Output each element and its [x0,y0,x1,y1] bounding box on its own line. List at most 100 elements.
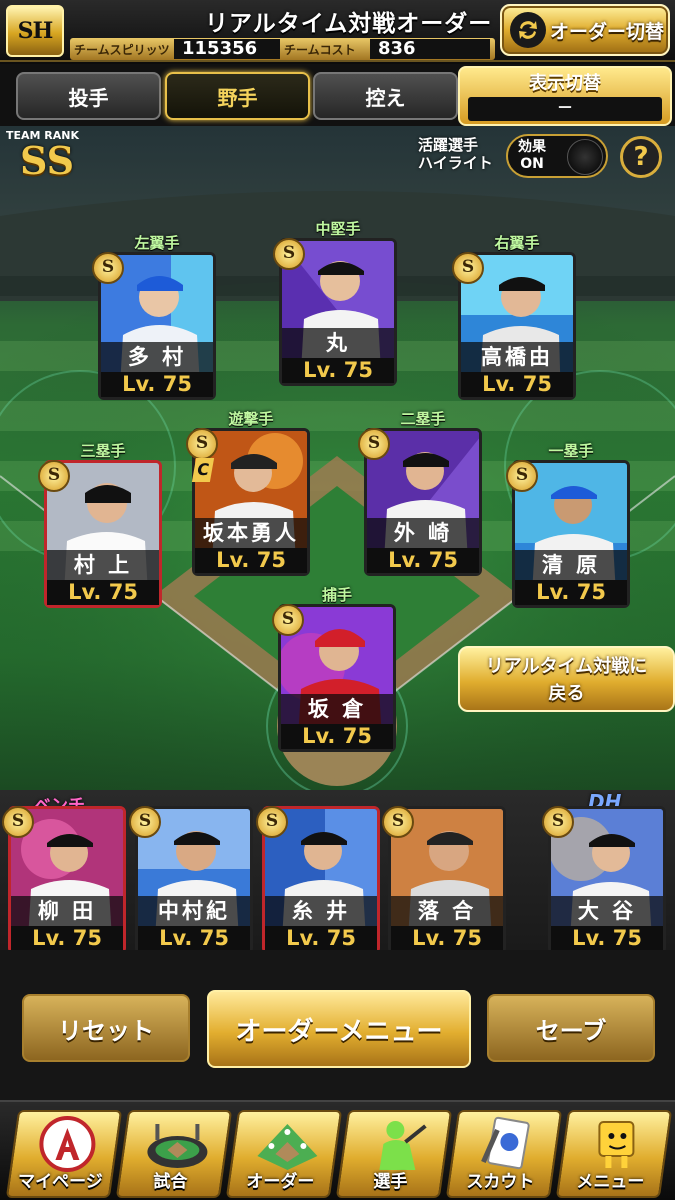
tab-pitcher[interactable]: 投手 [16,72,161,120]
bottom-navigation: マイページ 試合 オーダー 選手 スカウト メニュー [0,1100,675,1200]
player-name: 外 崎 [367,518,479,548]
team-logo-text: SH [17,18,54,44]
field-order-icon [255,1116,319,1172]
team-cost-value: 836 [370,39,490,59]
player-card-first-base[interactable]: 一塁手 S 清 原 Lv. 75 [506,442,630,608]
player-name: 丸 [282,328,394,358]
effect-toggle-text: 効果 ON [518,139,546,173]
display-toggle-value: － [468,97,662,121]
nav-mypage[interactable]: マイページ [5,1110,123,1198]
nav-label: マイページ [18,1172,103,1192]
rarity-badge: S [273,238,305,270]
tab-reserve[interactable]: 控え [313,72,458,120]
bench-player-card[interactable]: S 柳 田 Lv. 75 [2,806,126,954]
bench-player-card[interactable]: S 中村紀 Lv. 75 [129,806,253,954]
player-level: Lv. 75 [47,580,159,605]
highlight-label-line1: 活躍選手 [418,136,479,154]
menu-character-icon [585,1116,649,1172]
field-lineup: TEAM RANK SS 活躍選手 ハイライト 効果 ON ? 左翼手 S 多 … [0,126,675,790]
player-name: 村 上 [47,550,159,580]
position-label: 右翼手 [494,234,540,252]
order-menu-button[interactable]: オーダーメニュー [207,990,471,1068]
nav-menu[interactable]: メニュー [555,1110,673,1198]
rarity-badge: S [452,252,484,284]
player-card-right-field[interactable]: 右翼手 S 高橋由 Lv. 75 [452,234,576,400]
team-spirit-label: チームスピリッツ [74,43,170,57]
rarity-badge: S [38,460,70,492]
save-button[interactable]: セーブ [487,994,655,1062]
rarity-badge: S [256,806,288,838]
player-name: 大 谷 [551,896,663,926]
rarity-badge: S [186,428,218,460]
swap-icon [510,12,546,48]
player-card-shortstop[interactable]: 遊撃手 S C 坂本勇人 Lv. 75 [186,410,310,576]
page-title: リアルタイム対戦オーダー [205,11,493,37]
bench-row: ベンチ DH S 柳 田 Lv. 75 S 中村紀 Lv. 75 S 糸 井 L… [0,790,675,954]
position-label: 左翼手 [134,234,180,252]
player-name: 落 合 [391,896,503,926]
rarity-badge: S [129,806,161,838]
team-logo: SH [6,5,64,57]
bench-player-card[interactable]: S 落 合 Lv. 75 [382,806,506,954]
player-name: 坂 倉 [281,694,393,724]
rarity-badge: S [92,252,124,284]
player-name: 高橋由 [461,342,573,372]
rarity-badge: S [272,604,304,636]
nav-scout[interactable]: スカウト [445,1110,563,1198]
position-label: 三塁手 [80,442,126,460]
nav-label: 選手 [373,1172,408,1192]
position-label: 中堅手 [315,220,361,238]
player-card-second-base[interactable]: 二塁手 S 外 崎 Lv. 75 [358,410,482,576]
team-rank-value: SS [20,138,75,183]
player-card-center-field[interactable]: 中堅手 S 丸 Lv. 75 [273,220,397,386]
return-to-realtime-battle-button[interactable]: リアルタイム対戦に 戻る [458,646,675,712]
effect-label: 効果 [518,139,546,155]
dh-player-card[interactable]: S 大 谷 Lv. 75 [542,806,666,954]
scout-card-icon [475,1116,539,1172]
position-label: 捕手 [321,586,352,604]
header: SH リアルタイム対戦オーダー チームスピリッツ 115356 チームコスト 8… [0,0,675,62]
return-label-line1: リアルタイム対戦に [485,656,648,677]
player-name: 柳 田 [11,896,123,926]
tab-fielder[interactable]: 野手 [165,72,310,120]
player-name: 坂本勇人 [195,518,307,548]
effect-toggle[interactable]: 効果 ON [506,134,608,178]
player-card-catcher[interactable]: 捕手 S 坂 倉 Lv. 75 [272,586,396,752]
effect-value: ON [520,156,544,172]
player-level: Lv. 75 [367,548,479,573]
position-label: 遊撃手 [228,410,274,428]
player-level: Lv. 75 [551,926,663,951]
player-level: Lv. 75 [461,372,573,397]
player-card-third-base[interactable]: 三塁手 S 村 上 Lv. 75 [38,442,162,608]
team-spirit-value: 115356 [174,39,280,59]
nav-label: スカウト [466,1172,535,1192]
toggle-knob [567,139,603,175]
order-switch-label: オーダー切替 [550,20,665,43]
display-toggle-button[interactable]: 表示切替 － [458,66,672,126]
order-switch-button[interactable]: オーダー切替 [500,4,670,56]
team-cost-label: チームコスト [284,43,356,57]
nav-label: 試合 [153,1172,188,1192]
player-icon [365,1116,429,1172]
rarity-badge: S [542,806,574,838]
position-label: 二塁手 [400,410,446,428]
rarity-badge: S [2,806,34,838]
nav-player[interactable]: 選手 [335,1110,453,1198]
player-level: Lv. 75 [282,358,394,383]
help-button[interactable]: ? [620,136,662,178]
nav-label: オーダー [246,1172,315,1192]
player-level: Lv. 75 [281,724,393,749]
nav-label: メニュー [576,1172,645,1192]
player-level: Lv. 75 [11,926,123,951]
nav-game[interactable]: 試合 [115,1110,233,1198]
bench-player-card[interactable]: S 糸 井 Lv. 75 [256,806,380,954]
nav-order[interactable]: オーダー [225,1110,343,1198]
reset-button[interactable]: リセット [22,994,190,1062]
team-stats-bar: チームスピリッツ 115356 チームコスト 836 [70,38,495,60]
player-level: Lv. 75 [101,372,213,397]
player-name: 清 原 [515,550,627,580]
player-name: 多 村 [101,342,213,372]
player-card-left-field[interactable]: 左翼手 S 多 村 Lv. 75 [92,234,216,400]
highlight-label: 活躍選手 ハイライト [418,136,493,172]
player-name: 糸 井 [265,896,377,926]
